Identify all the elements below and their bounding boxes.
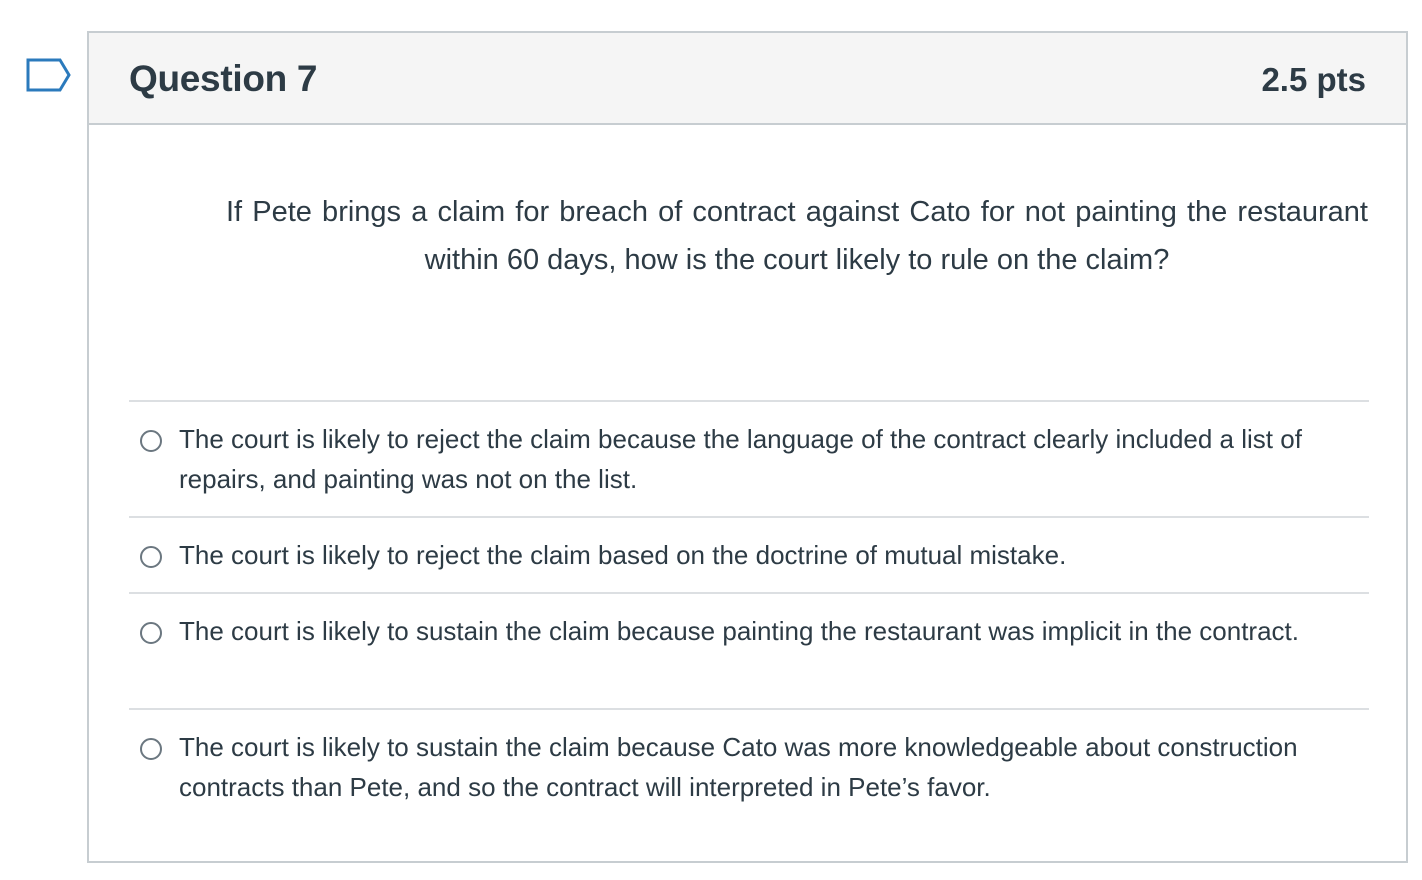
answer-option-1[interactable]: The court is likely to reject the claim … (129, 400, 1369, 516)
answer-option-3[interactable]: The court is likely to sustain the claim… (129, 592, 1369, 708)
radio-unchecked-icon[interactable] (140, 546, 162, 568)
answer-label[interactable]: The court is likely to reject the claim … (179, 535, 1359, 575)
question-text: If Pete brings a claim for breach of con… (226, 196, 1368, 276)
radio-unchecked-icon[interactable] (140, 430, 162, 452)
answer-option-4[interactable]: The court is likely to sustain the claim… (129, 708, 1369, 824)
flag-question-icon[interactable] (26, 58, 72, 92)
answer-list: The court is likely to reject the claim … (129, 400, 1369, 824)
answer-label[interactable]: The court is likely to sustain the claim… (179, 727, 1359, 807)
answer-option-2[interactable]: The court is likely to reject the claim … (129, 516, 1369, 592)
radio-unchecked-icon[interactable] (140, 738, 162, 760)
answer-label[interactable]: The court is likely to reject the claim … (179, 419, 1359, 499)
question-title: Question 7 (129, 58, 318, 99)
radio-unchecked-icon[interactable] (140, 622, 162, 644)
question-header: Question 7 2.5 pts (89, 33, 1406, 125)
question-card: Question 7 2.5 pts If Pete brings a clai… (87, 31, 1408, 863)
answer-label[interactable]: The court is likely to sustain the claim… (179, 611, 1359, 651)
question-points: 2.5 pts (1261, 61, 1366, 98)
